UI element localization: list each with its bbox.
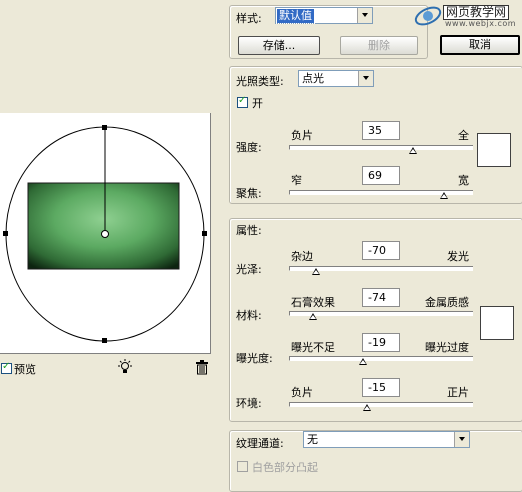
delete-style-button[interactable]: 删除	[340, 36, 418, 55]
focus-slider-thumb[interactable]	[439, 192, 448, 199]
light-color-swatch[interactable]	[477, 133, 511, 167]
handle-left	[3, 231, 8, 236]
gloss-slider-thumb[interactable]	[312, 268, 321, 275]
light-type-label: 光照类型:	[236, 75, 284, 88]
intensity-input[interactable]: 35	[362, 121, 400, 140]
material-slider-thumb[interactable]	[308, 313, 317, 320]
chevron-down-icon[interactable]	[357, 8, 372, 23]
watermark-title: 网页教学网	[443, 5, 510, 20]
chevron-down-icon[interactable]	[454, 432, 469, 447]
chevron-down-icon[interactable]	[358, 71, 373, 86]
properties-title: 属性:	[236, 224, 262, 237]
lightbulb-icon[interactable]	[116, 359, 134, 378]
exposure-slider-thumb[interactable]	[359, 358, 368, 365]
exposure-right-label: 曝光过度	[425, 341, 469, 354]
gloss-label: 光泽:	[236, 263, 262, 276]
gloss-input[interactable]: -70	[362, 241, 400, 260]
handle-right	[202, 231, 207, 236]
texture-channel-value: 无	[307, 433, 318, 446]
white-high-checkbox[interactable]	[237, 461, 248, 472]
ambience-slider-track[interactable]	[289, 402, 473, 407]
save-style-button[interactable]: 存储...	[238, 36, 320, 55]
style-label: 样式:	[236, 12, 262, 25]
material-input[interactable]: -74	[362, 288, 400, 307]
ambient-color-swatch[interactable]	[480, 306, 514, 340]
ambience-label: 环境:	[236, 397, 262, 410]
handle-top	[102, 125, 107, 130]
ambience-slider-thumb[interactable]	[362, 404, 371, 411]
preview-checkbox[interactable]	[1, 361, 12, 374]
watermark-url: www.webjx.com	[445, 19, 517, 28]
texture-preview-image	[27, 182, 180, 270]
intensity-slider-thumb[interactable]	[408, 147, 417, 154]
texture-channel-label: 纹理通道:	[236, 437, 284, 450]
light-type-value: 点光	[302, 72, 324, 85]
exposure-label: 曝光度:	[236, 352, 273, 365]
intensity-left-label: 负片	[291, 129, 313, 142]
ambience-input[interactable]: -15	[362, 378, 400, 397]
preview-pane[interactable]	[0, 113, 211, 354]
focus-label: 聚焦:	[236, 187, 262, 200]
material-label: 材料:	[236, 309, 262, 322]
exposure-left-label: 曝光不足	[291, 341, 335, 354]
light-preview-canvas[interactable]	[0, 113, 210, 353]
white-high-label: 白色部分凸起	[252, 461, 318, 474]
style-select-value: 默认值	[276, 8, 315, 24]
light-center-handle	[101, 230, 109, 238]
light-on-checkbox[interactable]	[237, 95, 248, 108]
texture-channel-select[interactable]: 无	[303, 431, 470, 448]
material-left-label: 石膏效果	[291, 296, 335, 309]
exposure-slider-track[interactable]	[289, 356, 473, 361]
intensity-label: 强度:	[236, 141, 262, 154]
gloss-right-label: 发光	[447, 250, 469, 263]
ambience-left-label: 负片	[291, 386, 313, 399]
style-select[interactable]: 默认值	[275, 7, 373, 24]
cancel-button[interactable]: 取消	[440, 35, 520, 55]
intensity-right-label: 全	[458, 129, 469, 142]
gloss-left-label: 杂边	[291, 250, 313, 263]
light-type-select[interactable]: 点光	[298, 70, 374, 87]
ambience-right-label: 正片	[447, 386, 469, 399]
light-on-label: 开	[252, 97, 263, 110]
focus-right-label: 宽	[458, 174, 469, 187]
exposure-input[interactable]: -19	[362, 333, 400, 352]
focus-left-label: 窄	[291, 174, 302, 187]
material-right-label: 金属质感	[425, 296, 469, 309]
trash-icon[interactable]	[195, 360, 209, 378]
intensity-slider-track[interactable]	[289, 145, 473, 150]
preview-label: 预览	[14, 363, 36, 376]
focus-input[interactable]: 69	[362, 166, 400, 185]
watermark-logo: 网页教学网 www.webjx.com	[413, 2, 521, 30]
handle-bottom	[102, 338, 107, 343]
